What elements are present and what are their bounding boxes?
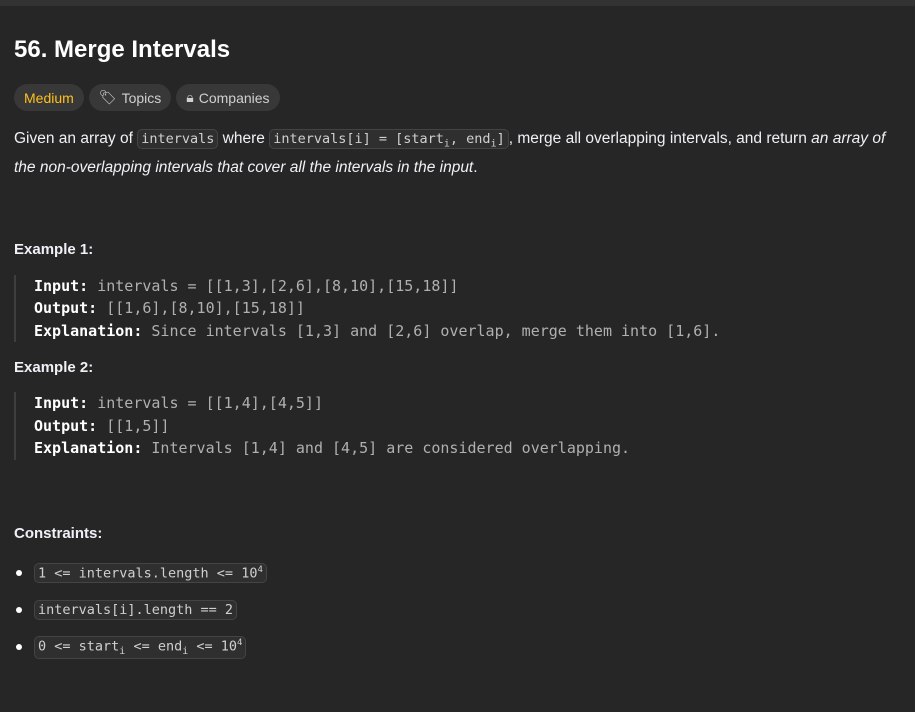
inline-code: intervals[i].length == 2 [34, 600, 238, 621]
text [16, 644, 22, 651]
inline-code: intervals[i] = [starti, endi] [269, 129, 509, 150]
text: ] [496, 131, 505, 147]
text: . [473, 158, 478, 176]
text: intervals = [[1,4],[4,5]] [88, 394, 323, 413]
topics-button[interactable]: 🏷︎ Topics [88, 84, 172, 111]
text [16, 570, 22, 577]
text: Given an array of [14, 130, 138, 147]
inline-code: 1 <= intervals.length <= 104 [34, 562, 267, 584]
text: Input: intervals = [[1,3],[2,6],[8,10],[… [34, 275, 901, 298]
text: Output: [[1,5]] [34, 415, 901, 438]
text: Input: intervals = [[1,4],[4,5]] [34, 392, 901, 415]
text: Input: [34, 276, 89, 295]
text: 1 <= intervals.length <= 10 [38, 565, 258, 582]
lock-icon: 🔒︎ [186, 89, 194, 105]
difficulty-label: Medium [24, 89, 74, 106]
text: Explanation: [34, 439, 143, 458]
difficulty-badge[interactable]: Medium [14, 84, 84, 111]
top-bar [0, 0, 915, 6]
text: Explanation: Intervals [1,4] and [4,5] a… [34, 437, 901, 460]
tag-icon: 🏷︎ [98, 89, 117, 105]
text: intervals[i] = [start [273, 131, 444, 147]
text: Explanation: [34, 321, 143, 340]
constraints-heading: Constraints: [14, 524, 103, 542]
example-2: Example 2: Input: intervals = [[1,4],[4,… [14, 359, 901, 460]
text: 4 [257, 564, 263, 575]
text: Since intervals [1,3] and [2,6] overlap,… [142, 321, 721, 340]
example-heading: Example 1: [14, 240, 94, 258]
text: <= end [125, 638, 183, 655]
text: , end [449, 131, 491, 147]
text: Input: intervals = [[1,4],[4,5]] Output:… [14, 392, 901, 460]
text: [[1,5]] [97, 416, 170, 435]
problem-description: Given an array of intervals where interv… [14, 127, 901, 179]
text: Explanation: Since intervals [1,3] and [… [34, 320, 901, 343]
text: Medium 🏷︎ Topics 🔒︎ Companies [14, 84, 901, 111]
text: 56. Merge Intervals Medium 🏷︎ Topics 🔒︎ Co… [0, 36, 915, 666]
text: [[1,6],[8,10],[15,18]] [97, 299, 305, 318]
companies-button[interactable]: 🔒︎ Companies [176, 84, 280, 111]
constraints-list: 1 <= intervals.length <= 104 intervals[i… [14, 555, 901, 666]
inline-code: intervals [137, 129, 219, 149]
text: Input: intervals = [[1,3],[2,6],[8,10],[… [14, 274, 901, 343]
text: Output: [34, 299, 98, 318]
text: Output: [34, 416, 98, 435]
text: <= 10 [188, 638, 238, 655]
text: Intervals [1,4] and [4,5] are considered… [142, 439, 631, 458]
example-heading: Example 2: [14, 359, 94, 377]
text: Output: [[1,6],[8,10],[15,18]] [34, 297, 901, 320]
example-1: Example 1: Input: intervals = [[1,3],[2,… [14, 241, 901, 343]
text [16, 607, 22, 614]
text: intervals = [[1,3],[2,6],[8,10],[15,18]] [88, 276, 459, 295]
constraint-item: 1 <= intervals.length <= 104 [14, 555, 901, 592]
companies-label: Companies [198, 89, 270, 106]
text: 4 [237, 637, 243, 648]
text: Input: [34, 394, 89, 413]
constraint-item: 0 <= starti <= endi <= 104 [14, 629, 901, 666]
page-title: 56. Merge Intervals [14, 36, 231, 63]
inline-code: 0 <= starti <= endi <= 104 [34, 635, 247, 659]
text: where [218, 130, 270, 147]
text: 0 <= start [38, 638, 120, 655]
constraint-item: intervals[i].length == 2 [14, 592, 901, 629]
text: , merge all overlapping intervals, and r… [508, 130, 812, 147]
topics-label: Topics [121, 89, 162, 106]
